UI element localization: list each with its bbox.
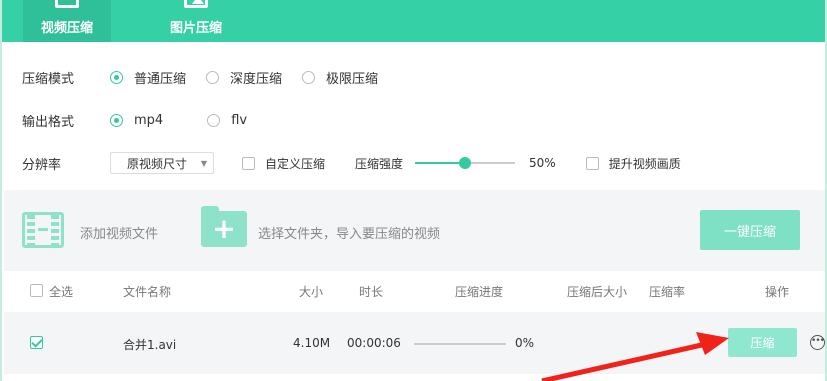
strength-value: 50% — [529, 156, 556, 170]
film-strip-right — [51, 215, 59, 245]
film-strip-left — [27, 215, 35, 245]
radio-indicator — [110, 71, 123, 84]
header-size: 大小 — [299, 285, 324, 299]
enhance-quality-label: 提升视频画质 — [608, 156, 681, 171]
file-table-header: 全选 文件名称 大小 时长 压缩进度 压缩后大小 压缩率 操作 — [4, 280, 825, 302]
row-checkbox[interactable] — [30, 336, 43, 349]
radio-indicator — [110, 114, 123, 127]
header-duration: 时长 — [359, 285, 384, 299]
mode-radio-deep[interactable]: 深度压缩 — [206, 68, 282, 87]
header-file-name: 文件名称 — [123, 285, 172, 299]
output-format-row: 输出格式 mp4 flv — [22, 111, 267, 130]
resolution-select[interactable]: 原视频尺寸 ▼ — [110, 152, 214, 174]
mode-radio-normal[interactable]: 普通压缩 — [110, 68, 186, 87]
resolution-row: 分辨率 原视频尺寸 ▼ 自定义压缩 压缩强度 50% 提升视频画质 — [22, 152, 681, 174]
folder-add-icon[interactable]: + — [201, 206, 247, 247]
compress-all-button[interactable]: 一键压缩 — [700, 210, 800, 250]
header-after-size: 压缩后大小 — [567, 285, 628, 299]
chevron-down-icon: ▼ — [200, 158, 207, 168]
radio-label: 深度压缩 — [230, 72, 283, 87]
custom-compress-label: 自定义压缩 — [265, 156, 326, 171]
top-tab-bar: 视频压缩 图片压缩 — [2, 0, 825, 42]
radio-label: 普通压缩 — [134, 72, 187, 87]
add-folder-link[interactable]: 选择文件夹，导入要压缩的视频 — [258, 223, 440, 242]
tab-video-compress[interactable]: 视频压缩 — [23, 0, 111, 42]
row-progress-bar — [414, 343, 506, 345]
tab-label: 图片压缩 — [169, 21, 222, 36]
plus-icon: + — [212, 212, 236, 245]
video-tab-icon — [55, 0, 79, 8]
select-all-checkbox[interactable] — [30, 284, 43, 297]
row-file-name: 合并1.avi — [123, 338, 177, 352]
enhance-quality-checkbox[interactable] — [585, 156, 599, 170]
table-row: 合并1.avi 4.10M 00:00:06 0% 压缩 ••• — [4, 312, 825, 374]
row-duration: 00:00:06 — [347, 336, 401, 350]
slider-fill — [415, 162, 466, 164]
header-ratio: 压缩率 — [649, 285, 686, 299]
slider-handle[interactable] — [459, 157, 472, 169]
custom-compress-checkbox[interactable] — [242, 156, 255, 170]
image-tab-icon — [184, 0, 208, 8]
tab-label: 视频压缩 — [40, 21, 93, 36]
radio-indicator — [207, 114, 221, 127]
tab-image-compress[interactable]: 图片压缩 — [150, 0, 242, 42]
format-radio-flv[interactable]: flv — [207, 113, 247, 128]
resolution-value: 原视频尺寸 — [127, 156, 188, 171]
compress-mode-row: 压缩模式 普通压缩 深度压缩 极限压缩 — [22, 68, 398, 87]
radio-indicator — [206, 71, 220, 84]
more-options-icon[interactable]: ••• — [810, 335, 825, 350]
row-compress-button[interactable]: 压缩 — [728, 328, 797, 357]
compress-mode-label: 压缩模式 — [22, 72, 75, 87]
app-window: 视频压缩 图片压缩 压缩模式 普通压缩 深度压缩 极限压缩 输出格式 mp4 f… — [0, 0, 827, 381]
film-divider — [38, 228, 48, 231]
mode-radio-extreme[interactable]: 极限压缩 — [302, 68, 378, 87]
radio-label: 极限压缩 — [326, 72, 379, 87]
header-action: 操作 — [765, 285, 790, 299]
header-progress: 压缩进度 — [455, 285, 504, 299]
radio-label: flv — [231, 113, 248, 128]
strength-label: 压缩强度 — [355, 156, 404, 171]
film-icon[interactable] — [22, 212, 64, 248]
header-select-all: 全选 — [49, 285, 74, 299]
output-format-label: 输出格式 — [22, 115, 75, 130]
row-progress-value: 0% — [515, 336, 535, 350]
radio-indicator — [302, 71, 316, 84]
radio-label: mp4 — [134, 113, 164, 128]
format-radio-mp4[interactable]: mp4 — [110, 113, 163, 128]
row-size: 4.10M — [293, 336, 331, 350]
add-video-file-link[interactable]: 添加视频文件 — [80, 223, 158, 242]
strength-slider[interactable] — [415, 156, 516, 170]
add-files-bar: 添加视频文件 + 选择文件夹，导入要压缩的视频 一键压缩 — [4, 190, 825, 271]
resolution-label: 分辨率 — [22, 157, 62, 173]
